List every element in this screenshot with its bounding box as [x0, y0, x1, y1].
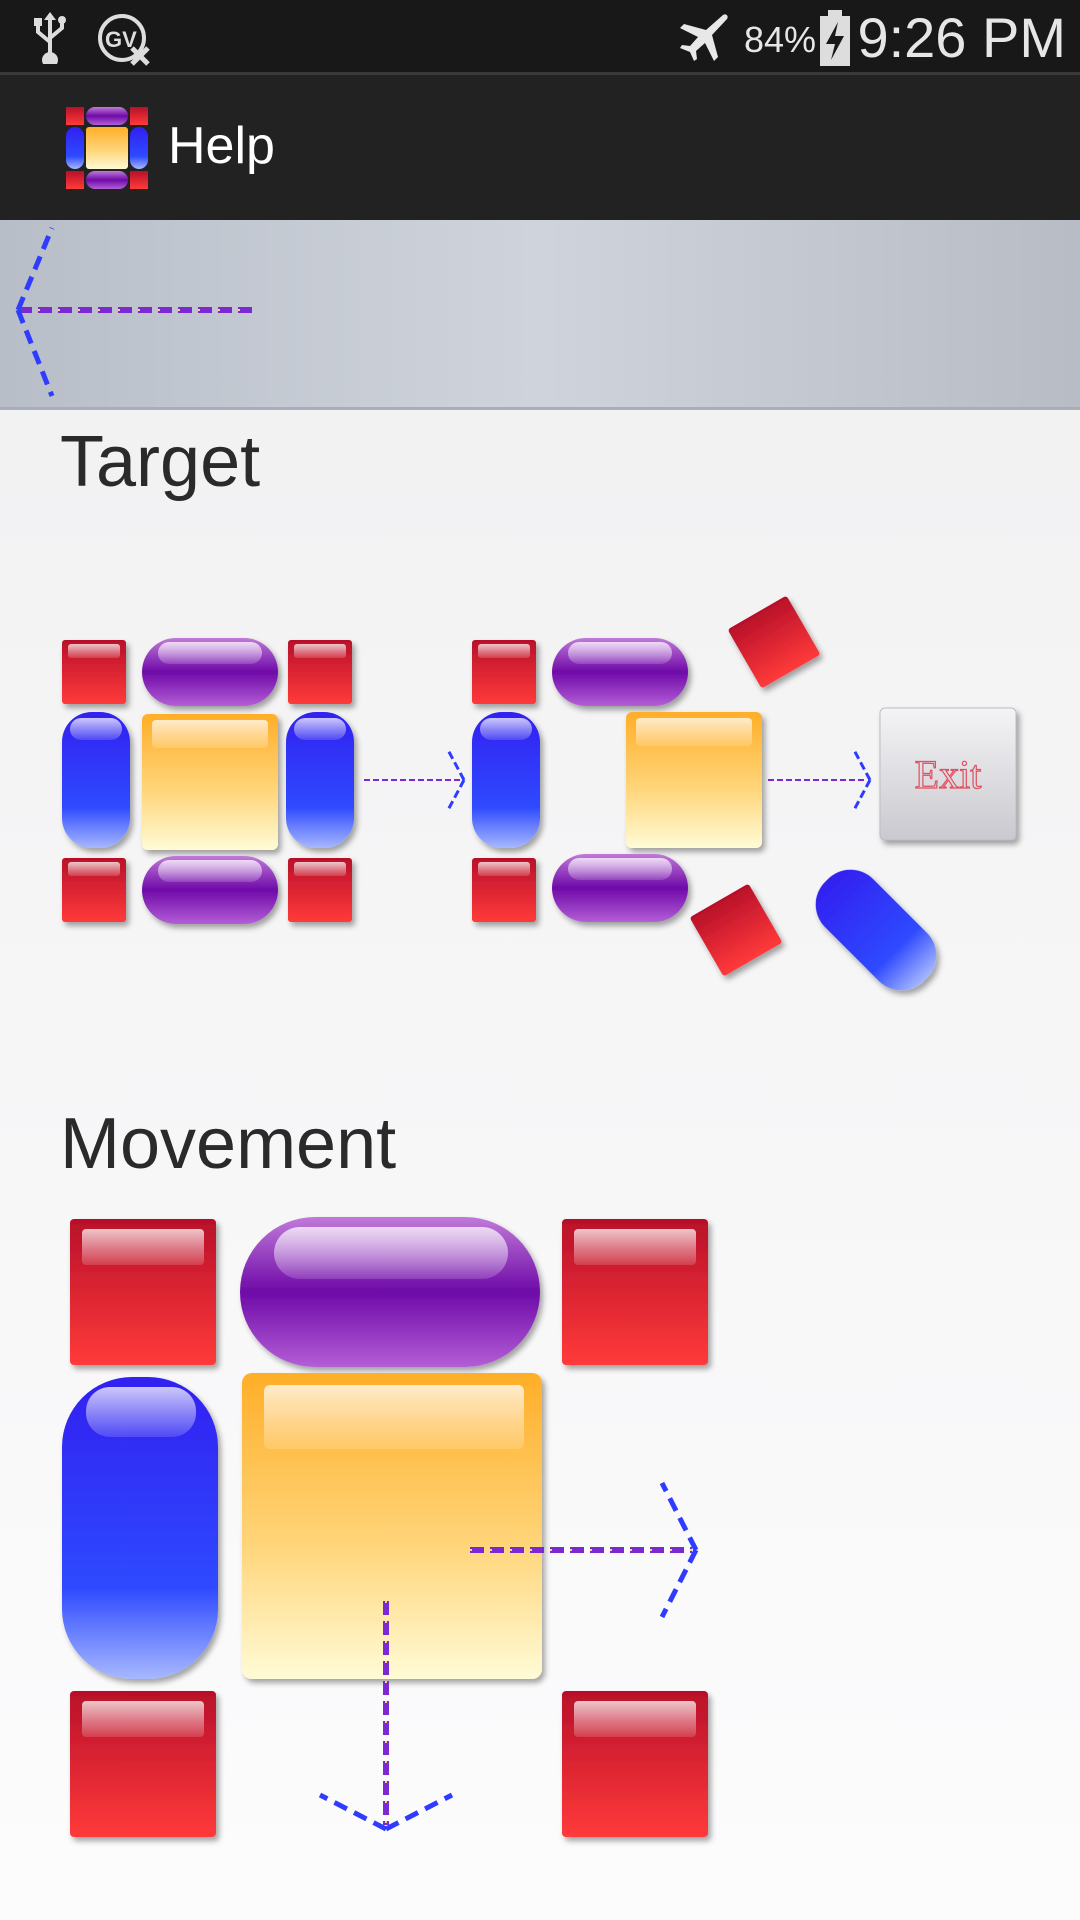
transition-arrow: [364, 749, 466, 811]
target-illustration: Exit: [62, 596, 1017, 991]
action-bar: Help: [0, 75, 1080, 220]
blue-block: [815, 869, 937, 991]
section-title-target: Target: [60, 422, 261, 502]
red-block: [690, 884, 782, 976]
app-logo-icon[interactable]: [64, 105, 150, 191]
usb-icon: [34, 12, 66, 64]
movement-illustration: [62, 1217, 708, 1837]
battery-charging-icon: [820, 10, 850, 66]
red-block: [728, 596, 820, 688]
status-time: 9:26 PM: [857, 6, 1066, 69]
gv-off-icon: GV: [98, 14, 150, 66]
status-bar: GV 84% 9:26 PM: [0, 0, 1080, 75]
airplane-mode-icon: [680, 14, 728, 61]
broken-block-grid: [472, 596, 937, 991]
transition-arrow: [768, 749, 872, 811]
section-title-movement: Movement: [60, 1104, 397, 1184]
back-arrow-icon[interactable]: [12, 224, 262, 400]
exit-label: Exit: [915, 752, 982, 797]
action-bar-title: Help: [168, 117, 275, 175]
battery-percent: 84%: [744, 19, 817, 60]
